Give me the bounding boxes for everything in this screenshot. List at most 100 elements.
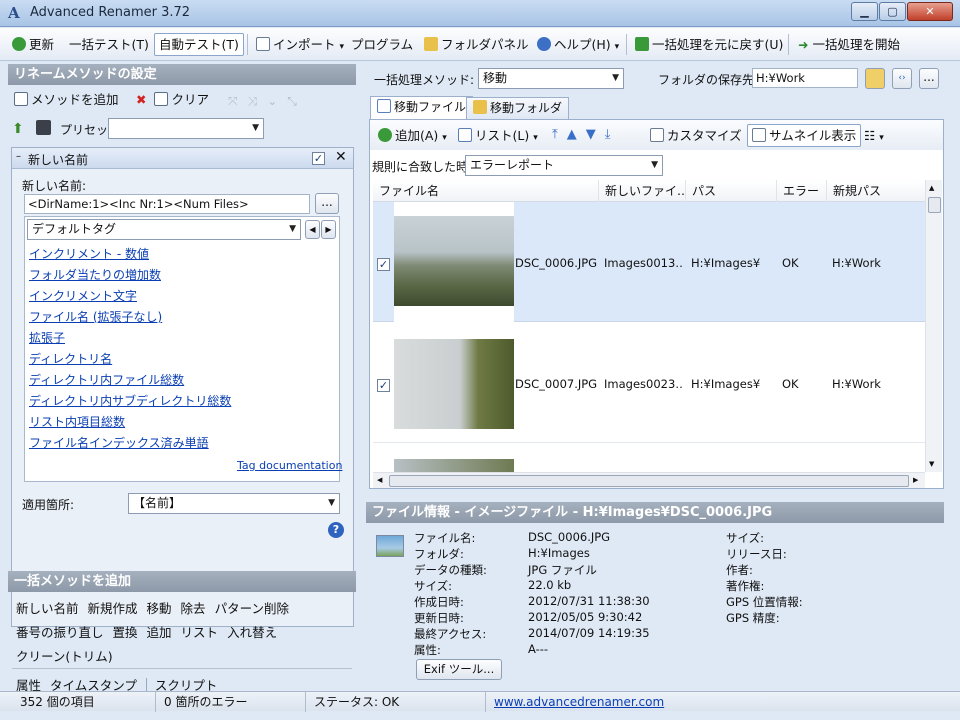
auto-test-button[interactable]: 自動テスト(T) [154,33,244,56]
add-files-button[interactable]: 追加(A) ▾ [374,124,451,147]
app-logo-icon: A [8,4,20,22]
folder-panel-label: フォルダパネル [441,37,529,52]
batch-method-script[interactable]: スクリプト [145,678,218,691]
save-folder-input[interactable]: H:¥Work [752,68,858,88]
tag-link[interactable]: ディレクトリ名 [29,350,329,371]
tag-link[interactable]: インクリメント - 数値 [29,245,329,266]
table-row[interactable]: ✓ DSC_0007.JPG Images0023… H:¥Images¥ OK… [373,323,925,443]
tag-link[interactable]: ファイル名 (拡張子なし) [29,308,329,329]
program-button[interactable]: プログラム [347,33,417,56]
vertical-scrollbar[interactable]: ▲ ▼ [925,180,942,472]
column-new-name[interactable]: 新しいファイ… [599,180,686,202]
horizontal-scroll-thumb[interactable] [389,475,909,487]
info-value: DSC_0006.JPG [528,530,611,544]
preset-select[interactable]: ▼ [108,118,264,139]
batch-method-list[interactable]: リスト [181,625,219,640]
clear-icon [154,92,169,106]
batch-method-remove[interactable]: 除去 [181,601,206,616]
scroll-up-icon[interactable]: ▲ [929,184,934,192]
batch-method-attributes[interactable]: 属性 [16,678,41,691]
tag-next-button[interactable]: ▶ [321,220,336,239]
tab-move-folders[interactable]: 移動フォルダ [466,97,570,119]
load-preset-icon[interactable]: ⬆ [12,121,24,137]
refresh-button[interactable]: 更新 [8,33,58,56]
list-button[interactable]: リスト(L) ▾ [454,124,542,147]
add-method-button[interactable]: メソッドを追加 [10,88,123,111]
batch-method-timestamp[interactable]: タイムスタンプ [50,678,137,691]
save-preset-icon[interactable] [36,120,51,135]
info-label: GPS 位置情報: [726,595,803,609]
tag-link[interactable]: ディレクトリ内サブディレクトリ総数 [29,392,329,413]
scroll-right-icon[interactable]: ▶ [913,476,918,484]
tag-link[interactable]: リスト内項目総数 [29,413,329,434]
close-button[interactable]: ✕ [907,2,953,21]
batch-test-button[interactable]: 一括テスト(T) [65,33,153,56]
batch-method-create[interactable]: 新規作成 [88,601,138,616]
batch-method-move[interactable]: 移動 [147,601,172,616]
undo-icon [635,37,649,51]
grid-body: ✓ DSC_0006.JPG Images0013… H:¥Images¥ OK… [373,202,925,472]
tag-prev-button[interactable]: ◀ [305,220,320,239]
tag-link[interactable]: ファイル名インデックス済み単語 [29,434,329,455]
tag-link[interactable]: フォルダ当たりの増加数 [29,266,329,287]
import-button[interactable]: インポート ▾ [252,33,348,56]
vertical-scroll-thumb[interactable] [928,197,941,213]
sky-photo [394,339,514,429]
title-bar[interactable]: A Advanced Renamer 3.72 ▁ ▢ ✕ [0,0,960,27]
remove-method-icon[interactable]: ✕ [335,149,347,165]
customize-button[interactable]: カスタマイズ [646,124,746,147]
code-icon[interactable]: ‹› [892,68,912,89]
row-checkbox[interactable]: ✓ [377,379,390,392]
image-file-icon [376,535,404,557]
view-options-button[interactable]: ☷ ▾ [860,124,888,147]
batch-method-swap[interactable]: 入れ替え [227,625,277,640]
apply-to-select[interactable]: 【名前】 ▼ [128,493,340,514]
clear-label: クリア [171,92,209,107]
batch-method-add[interactable]: 追加 [147,625,172,640]
help-icon[interactable]: ? [328,522,344,538]
batch-method-remove-pattern[interactable]: パターン削除 [215,601,289,616]
browse-folder-button[interactable]: ... [919,68,939,89]
tag-documentation-link[interactable]: Tag documentation [237,459,342,472]
column-error[interactable]: エラー [777,180,827,202]
new-name-input[interactable]: <DirName:1><Inc Nr:1><Num Files> [24,194,310,214]
scroll-down-icon[interactable]: ▼ [929,460,934,468]
batch-method-replace[interactable]: 置換 [113,625,138,640]
tag-category-select[interactable]: デフォルトタグ ▼ [27,219,301,240]
batch-method-renumber[interactable]: 番号の振り直し [16,625,104,640]
left-panel: リネームメソッドの設定 メソッドを追加 ✖ クリア ⤧⤨⌄⤡ ⬆ プリセット: ▼… [8,64,356,692]
website-link[interactable]: www.advancedrenamer.com [488,692,948,712]
batch-method-select[interactable]: 移動 ▼ [478,68,624,89]
column-filename[interactable]: ファイル名 [373,180,599,202]
minimize-button[interactable]: ▁ [851,2,878,21]
exif-tool-button[interactable]: Exif ツール... [416,659,502,680]
batch-method-new-name[interactable]: 新しい名前 [16,601,79,616]
move-order-icons[interactable]: ⤒▲▼⤓ [552,127,620,142]
start-batch-button[interactable]: ➜ 一括処理を開始 [794,33,904,56]
folder-panel-button[interactable]: フォルダパネル [420,33,533,56]
rule-select[interactable]: エラーレポート ▼ [465,155,663,176]
open-folder-icon[interactable] [865,68,885,89]
tag-link[interactable]: インクリメント文字 [29,287,329,308]
column-new-path[interactable]: 新規パス [827,180,925,202]
horizontal-scrollbar[interactable]: ◀ ▶ [373,472,925,488]
help-button[interactable]: ヘルプ(H) ▾ [533,33,623,56]
batch-method-trim[interactable]: クリーン(トリム) [16,649,113,664]
tab-move-files-label: 移動ファイル [394,100,467,114]
maximize-button[interactable]: ▢ [879,2,906,21]
row-checkbox[interactable]: ✓ [377,258,390,271]
column-path[interactable]: パス [686,180,777,202]
undo-batch-button[interactable]: 一括処理を元に戻す(U) [631,33,787,56]
tab-move-files[interactable]: 移動ファイル [370,96,474,119]
tag-link[interactable]: ディレクトリ内ファイル総数 [29,371,329,392]
method-enabled-checkbox[interactable]: ✓ [312,152,325,165]
thumbnail-view-button[interactable]: サムネイル表示 [747,124,862,147]
collapse-icon[interactable]: – [16,151,21,162]
table-row[interactable]: ✓ DSC_0006.JPG Images0013… H:¥Images¥ OK… [373,202,925,322]
info-label: リリース日: [726,547,787,561]
clear-button[interactable]: ✖ クリア [132,88,213,111]
browse-tags-button[interactable]: ... [315,193,339,214]
tag-link[interactable]: 拡張子 [29,329,329,350]
scroll-left-icon[interactable]: ◀ [377,476,382,484]
method-title-bar[interactable]: – 新しい名前 ✓ ✕ [12,148,353,169]
